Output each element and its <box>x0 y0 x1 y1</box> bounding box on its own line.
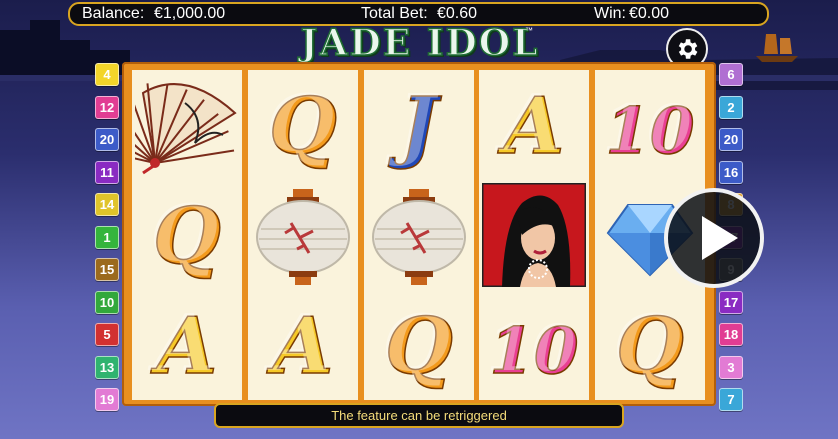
payline-left-20[interactable]: 20 <box>95 128 119 151</box>
svg-text:Q: Q <box>382 298 450 389</box>
payline-left-5[interactable]: 5 <box>95 323 119 346</box>
symbol-a: A A <box>248 290 358 400</box>
symbol-q: Q Q <box>595 290 705 400</box>
payline-left-1[interactable]: 1 <box>95 225 119 249</box>
payline-right-20[interactable]: 20 <box>719 128 743 151</box>
reel-4: A A 10 10 <box>479 70 589 400</box>
reel-2: Q Q A A <box>248 70 358 400</box>
trademark: ™ <box>525 26 533 35</box>
payline-left-4[interactable]: 4 <box>95 63 119 86</box>
total-bet-value: €0.60 <box>437 5 478 22</box>
payline-left-15[interactable]: 15 <box>95 258 119 281</box>
payline-right-6[interactable]: 6 <box>719 63 743 86</box>
svg-text:Q: Q <box>613 298 681 389</box>
reel-3: J J Q Q <box>364 70 474 400</box>
symbol-ten: 10 10 <box>479 290 589 400</box>
win-value: €0.00 <box>629 5 670 22</box>
payline-right-16[interactable]: 16 <box>719 160 743 184</box>
svg-text:A: A <box>494 78 562 169</box>
svg-text:10: 10 <box>602 91 691 166</box>
symbol-q: Q Q <box>132 180 242 290</box>
payline-right-3[interactable]: 3 <box>719 355 743 379</box>
payline-left-11[interactable]: 11 <box>95 160 119 184</box>
svg-text:Q: Q <box>150 188 218 279</box>
symbol-j: J J <box>364 70 474 180</box>
payline-right-18[interactable]: 18 <box>719 323 743 346</box>
game-title-logo: JADE IDOL <box>300 21 540 65</box>
svg-text:10: 10 <box>486 311 575 386</box>
play-icon <box>702 216 738 260</box>
reel-1: Q Q A A <box>132 70 242 400</box>
payline-left-19[interactable]: 19 <box>95 388 119 411</box>
total-bet-label: Total Bet: <box>361 5 428 22</box>
gear-icon <box>678 39 698 59</box>
symbol-q: Q Q <box>248 70 358 180</box>
symbol-a: A A <box>132 290 242 400</box>
symbol-q: Q Q <box>364 290 474 400</box>
junk-ship-icon <box>756 34 798 62</box>
balance-value: €1,000.00 <box>154 5 226 22</box>
payline-left-12[interactable]: 12 <box>95 95 119 119</box>
svg-text:J: J <box>385 78 440 169</box>
message-bar: The feature can be retriggered <box>214 403 624 428</box>
symbol-lantern <box>248 180 358 290</box>
win-label: Win: <box>594 5 626 22</box>
payline-left-10[interactable]: 10 <box>95 290 119 314</box>
balance-label: Balance: <box>82 5 145 22</box>
payline-right-7[interactable]: 7 <box>719 388 743 411</box>
symbol-lantern <box>364 180 474 290</box>
svg-text:Q: Q <box>266 78 334 169</box>
svg-text:A: A <box>147 298 215 389</box>
payline-left-14[interactable]: 14 <box>95 193 119 216</box>
symbol-ten: 10 10 <box>595 70 705 180</box>
payline-left-13[interactable]: 13 <box>95 355 119 379</box>
symbol-idol <box>479 180 589 290</box>
symbol-a: A A <box>479 70 589 180</box>
payline-right-17[interactable]: 17 <box>719 290 743 314</box>
reels-frame: Q Q A A Q Q A A J J Q Q A A 10 10 10 10 … <box>122 62 716 406</box>
svg-text:A: A <box>263 298 331 389</box>
symbol-fan <box>132 70 242 180</box>
payline-right-2[interactable]: 2 <box>719 95 743 119</box>
spin-play-button[interactable] <box>664 188 764 288</box>
